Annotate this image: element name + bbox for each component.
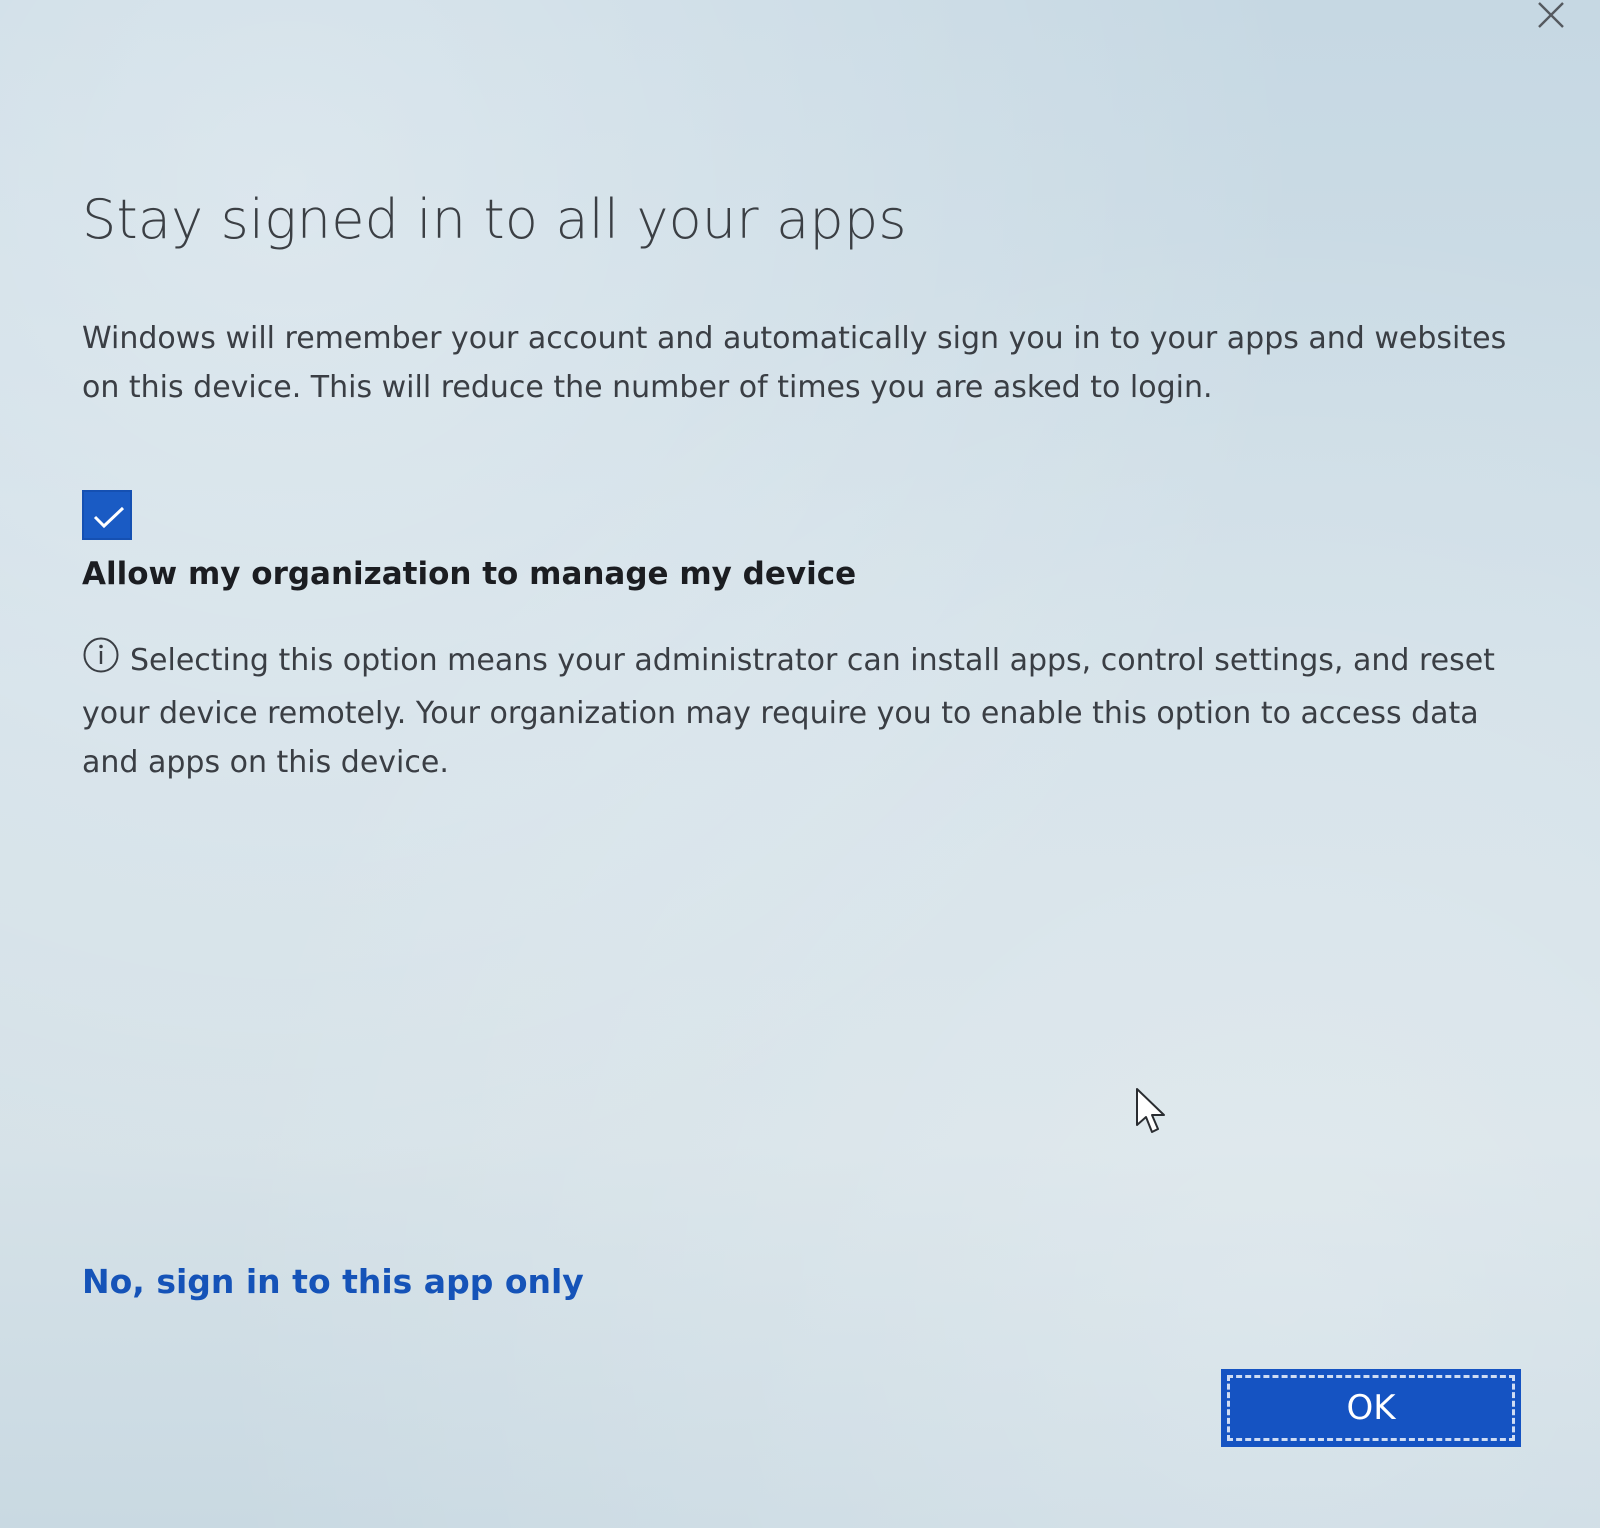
mouse-cursor-icon [1136,1088,1165,1133]
close-icon [1538,2,1564,28]
manage-device-checkbox[interactable] [82,490,132,540]
manage-device-label[interactable]: Allow my organization to manage my devic… [82,556,856,592]
checkmark-icon [93,506,125,529]
ok-button-label: OK [1346,1388,1396,1428]
dialog-title: Stay signed in to all your apps [82,188,907,251]
ok-button[interactable]: OK [1221,1369,1521,1447]
info-icon [82,636,120,689]
manage-device-info: Selecting this option means your adminis… [82,636,1522,787]
sign-in-this-app-only-link[interactable]: No, sign in to this app only [82,1262,584,1301]
close-button[interactable] [1534,0,1568,34]
dialog-description: Windows will remember your account and a… [82,321,1507,405]
info-text: Selecting this option means your adminis… [82,643,1495,780]
